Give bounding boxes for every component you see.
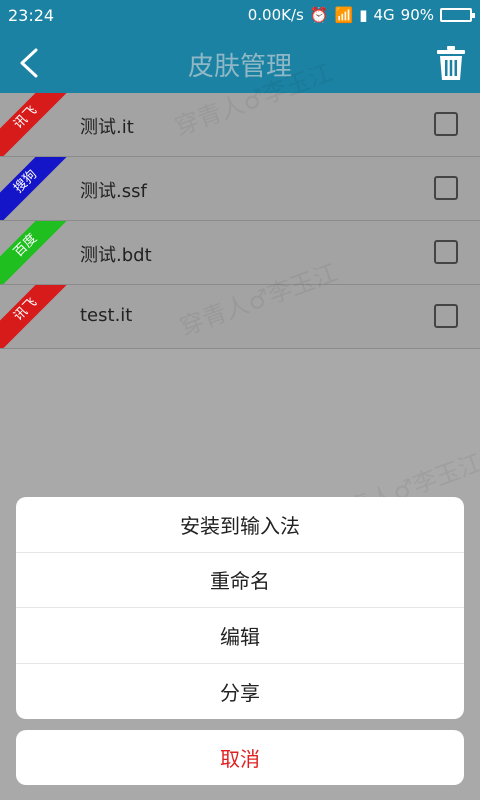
list-item[interactable]: 讯飞 test.it [0,285,480,349]
network-type: 4G [373,6,395,24]
trash-icon[interactable] [436,45,466,81]
edit-button[interactable]: 编辑 [16,608,464,664]
skin-name: test.it [80,305,133,326]
share-button[interactable]: 分享 [16,664,464,720]
action-sheet: 安装到输入法 重命名 编辑 分享 [16,497,464,719]
status-bar: 23:24 0.00K/s ⏰ 📶 ▮ 4G 90% [0,0,480,33]
battery-icon [440,8,475,22]
source-ribbon: 搜狗 [0,157,77,220]
title-bar: 皮肤管理 [0,33,480,93]
skin-name: 测试.ssf [80,181,147,202]
network-speed: 0.00K/s [247,6,304,24]
install-to-ime-button[interactable]: 安装到输入法 [16,497,464,553]
rename-button[interactable]: 重命名 [16,553,464,608]
page-title: 皮肤管理 [187,52,292,82]
battery-percent: 90% [400,6,434,24]
wifi-icon: 📶 [334,6,354,24]
skin-checkbox[interactable] [434,304,458,328]
source-ribbon: 百度 [0,221,77,284]
skin-name: 测试.bdt [80,245,152,266]
skin-list: 讯飞 测试.it 搜狗 测试.ssf 百度 测试.bdt 讯飞 test.it [0,93,480,349]
skin-name: 测试.it [80,117,134,138]
list-item[interactable]: 百度 测试.bdt [0,221,480,285]
source-ribbon: 讯飞 [0,93,77,156]
cancel-button[interactable]: 取消 [16,730,464,785]
signal-icon: ▮ [359,6,368,24]
skin-checkbox[interactable] [434,112,458,136]
skin-checkbox[interactable] [434,240,458,264]
source-ribbon: 讯飞 [0,285,77,348]
skin-checkbox[interactable] [434,176,458,200]
status-right: 0.00K/s ⏰ 📶 ▮ 4G 90% [247,6,475,24]
alarm-icon: ⏰ [309,6,329,24]
status-time: 23:24 [8,6,55,25]
list-item[interactable]: 讯飞 测试.it [0,93,480,157]
list-item[interactable]: 搜狗 测试.ssf [0,157,480,221]
